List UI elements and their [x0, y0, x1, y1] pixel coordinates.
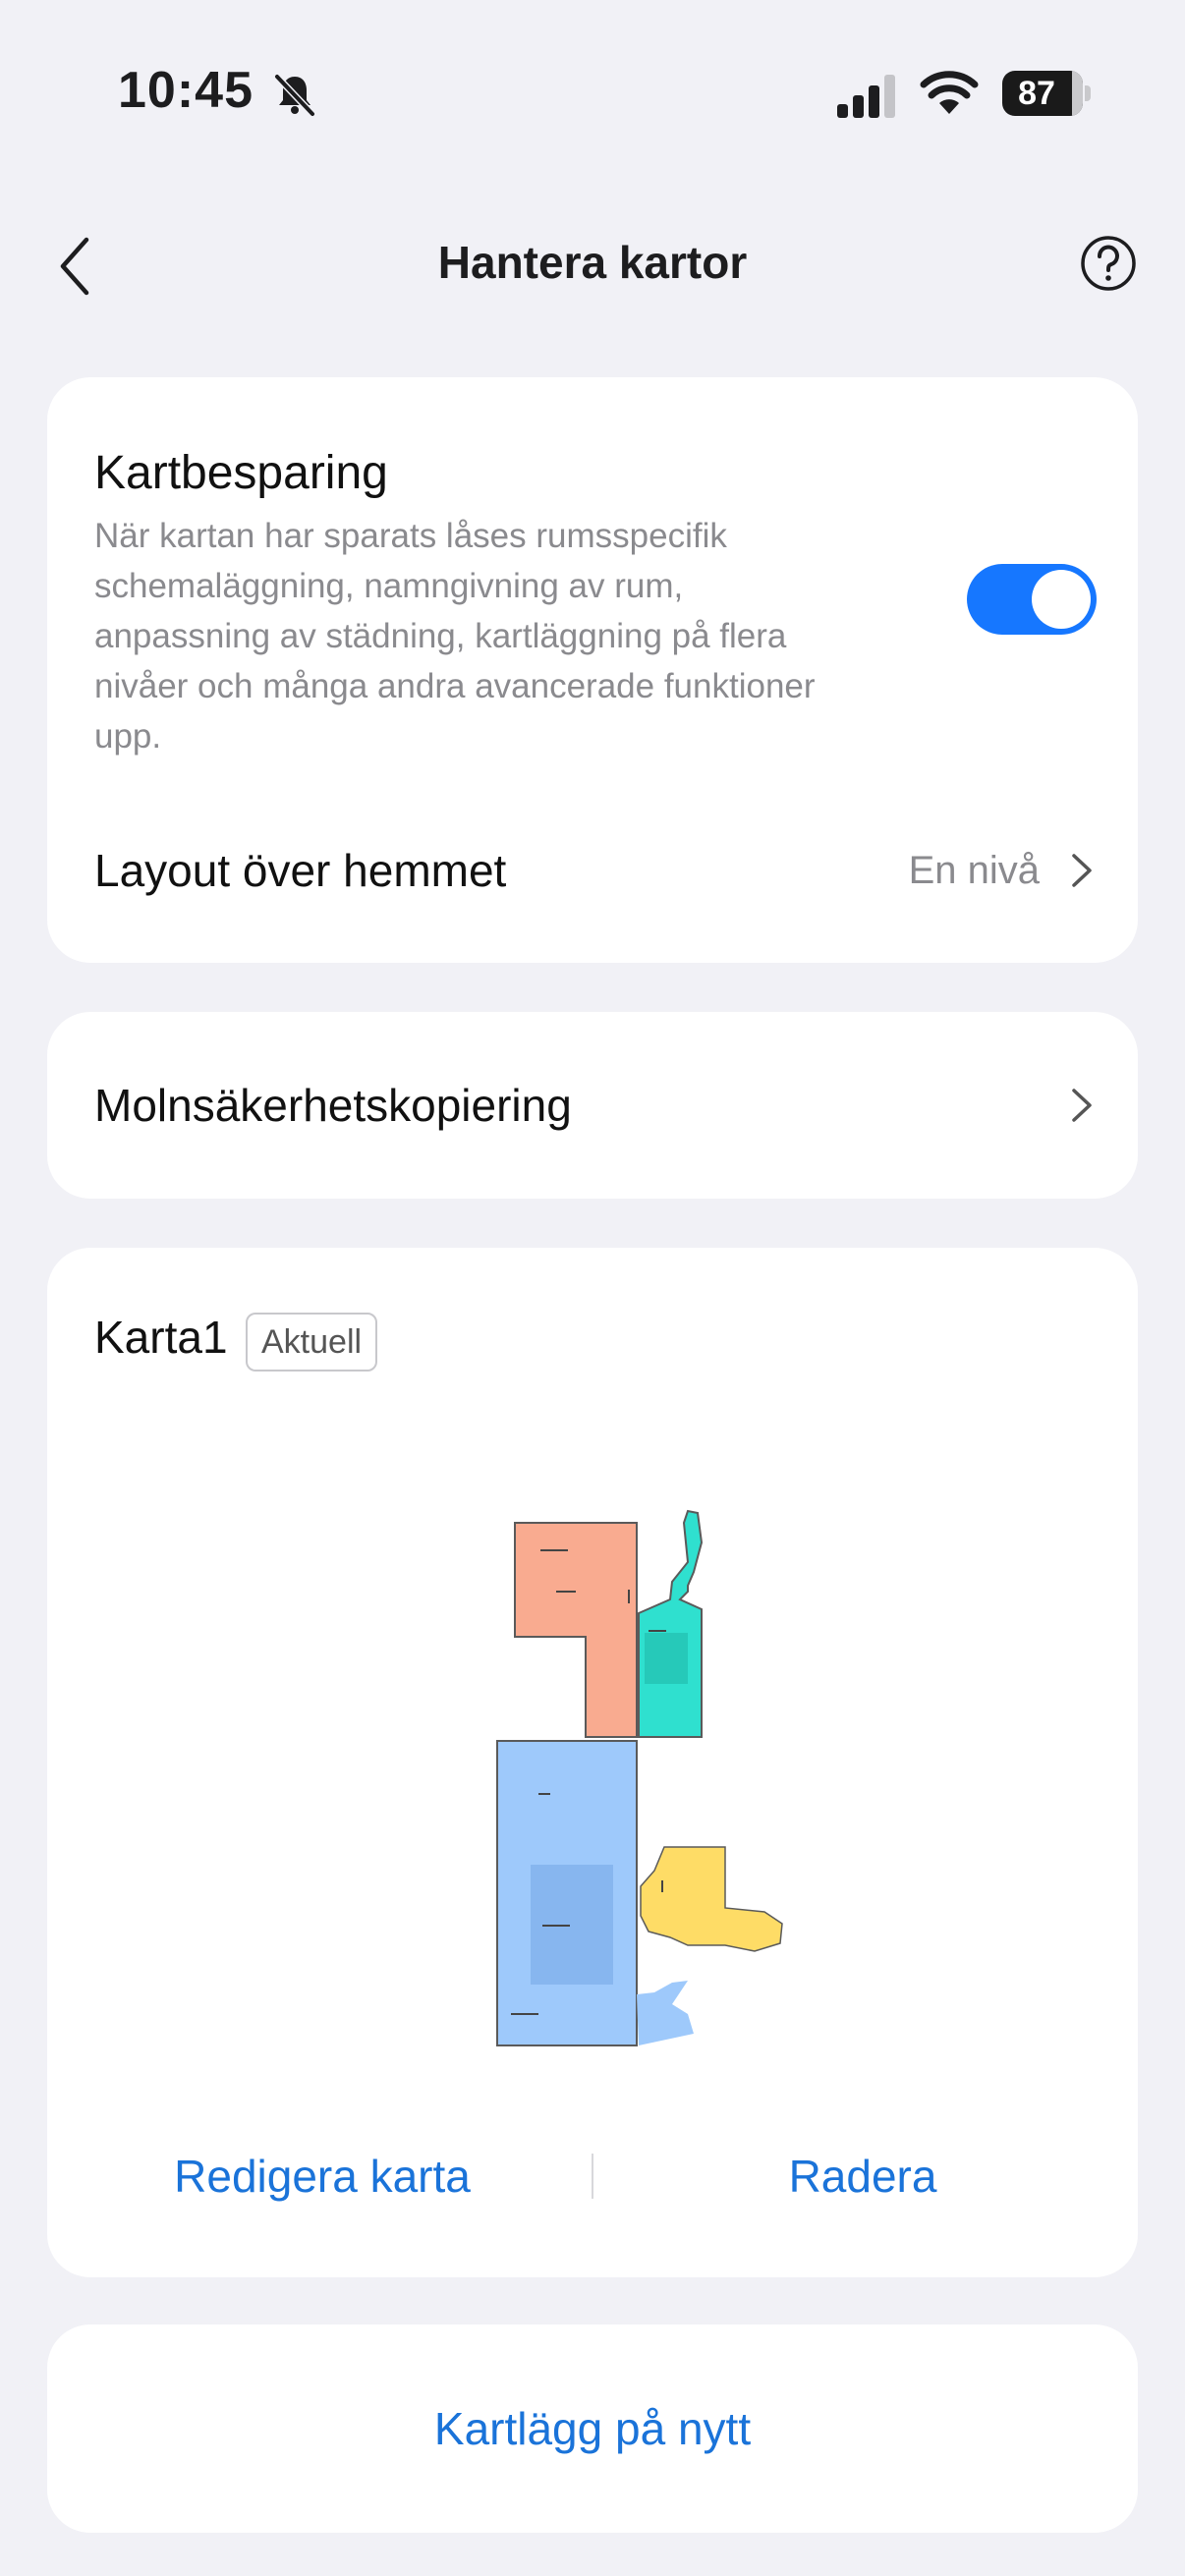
edit-map-button[interactable]: Redigera karta	[96, 2132, 548, 2220]
bell-slash-icon	[274, 74, 315, 117]
room-salmon	[514, 1522, 638, 1738]
remap-button[interactable]: Kartlägg på nytt	[47, 2324, 1138, 2533]
remap-card: Kartlägg på nytt	[47, 2324, 1138, 2533]
room-cyan	[638, 1509, 704, 1738]
room-yellow	[640, 1846, 783, 1952]
cellular-signal-icon	[837, 75, 895, 118]
delete-map-button[interactable]: Radera	[637, 2132, 1089, 2220]
question-circle-icon[interactable]	[1079, 234, 1138, 293]
navigation-bar: Hantera kartor	[0, 206, 1185, 324]
home-layout-value: En nivå	[908, 849, 1040, 892]
map-actions: Redigera karta Radera	[47, 2132, 1138, 2220]
status-time: 10:45	[118, 62, 254, 119]
battery-body: 87	[1002, 71, 1083, 116]
cloud-backup-card[interactable]: Molnsäkerhetskopiering	[47, 1012, 1138, 1199]
home-layout-label: Layout över hemmet	[94, 845, 507, 896]
map-card: Karta1 Aktuell Redigera karta Radera	[47, 1248, 1138, 2277]
actions-divider	[592, 2154, 593, 2199]
battery-cap	[1085, 85, 1091, 101]
room-blue-extension	[637, 1981, 694, 2045]
page-title: Hantera kartor	[437, 237, 748, 288]
floor-map-image[interactable]	[430, 1484, 804, 2053]
room-cyan-highlight	[645, 1633, 688, 1684]
cloud-backup-row[interactable]: Molnsäkerhetskopiering	[47, 1056, 1138, 1154]
wifi-icon	[920, 71, 979, 114]
home-layout-row[interactable]: Layout över hemmet En nivå	[47, 821, 1138, 920]
chevron-right-icon	[1072, 854, 1092, 887]
map-name: Karta1	[94, 1312, 228, 1363]
map-saving-title: Kartbesparing	[94, 447, 388, 499]
status-bar: 10:45 87	[0, 0, 1185, 187]
current-map-badge: Aktuell	[246, 1313, 378, 1372]
battery-empty-part	[1072, 71, 1083, 116]
cloud-backup-label: Molnsäkerhetskopiering	[94, 1080, 572, 1131]
chevron-right-icon	[1072, 1089, 1092, 1122]
map-saving-toggle[interactable]	[967, 564, 1097, 635]
battery-icon: 87	[1002, 71, 1091, 116]
map-saving-description: När kartan har sparats låses rumsspecifi…	[94, 517, 816, 756]
toggle-knob	[1032, 570, 1091, 629]
battery-percentage: 87	[1018, 75, 1055, 112]
map-saving-card: Kartbesparing När kartan har sparats lås…	[47, 377, 1138, 963]
